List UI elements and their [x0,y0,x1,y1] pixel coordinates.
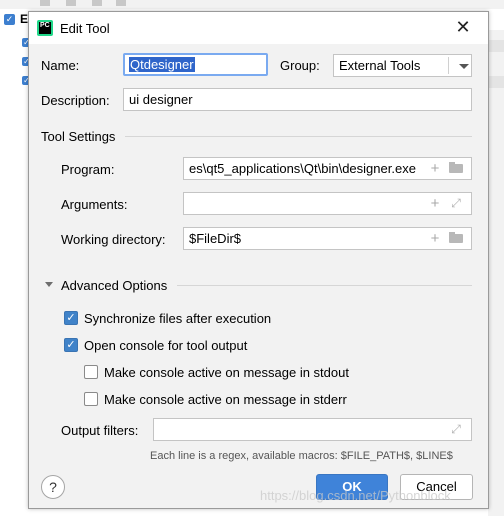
tool-settings-separator [125,136,472,137]
program-label: Program: [61,162,115,177]
add-macro-button[interactable]: + [428,228,442,249]
expand-editor-icon[interactable]: ⤢ [448,193,464,214]
toolbar-edit-icon [40,0,50,6]
watermark: https://blog.csdn.net/Pythonblock [260,488,451,503]
background-row [488,40,504,52]
folder-icon [449,164,463,173]
working-directory-input-value: $FileDir$ [189,231,242,246]
chevron-down-icon [459,64,469,69]
pycharm-app-icon-text: PC [39,22,51,34]
folder-icon [449,234,463,243]
collapse-triangle-icon[interactable] [45,282,53,287]
output-filters-label: Output filters: [61,423,139,438]
arguments-input[interactable]: + ⤢ [183,192,472,215]
pycharm-app-icon: PC [37,20,53,36]
browse-folder-button[interactable] [448,158,464,179]
background-checkbox[interactable]: ✓ [4,14,15,25]
dialog-title: Edit Tool [60,21,110,36]
background-row [488,76,504,88]
browse-folder-button[interactable] [448,228,464,249]
edit-tool-dialog: PC Edit Tool ✕ Name: Qtdesigner Group: E… [28,11,489,509]
group-select-value: External Tools [339,58,421,73]
toolbar-paste-icon [92,0,102,6]
arguments-label: Arguments: [61,197,128,212]
advanced-options-toggle[interactable]: Advanced Options [61,278,167,293]
name-input[interactable]: Qtdesigner [123,53,268,76]
background-item-label: E [20,12,29,26]
group-label: Group: [280,58,320,73]
program-input[interactable]: es\qt5_applications\Qt\bin\designer.exe … [183,157,472,180]
background-panel [488,30,504,516]
open-console-checkbox[interactable]: ✓ [64,338,78,352]
tool-settings-title: Tool Settings [41,129,116,144]
name-label: Name: [41,58,80,73]
console-active-stdout-checkbox[interactable] [84,365,98,379]
description-input-value: ui designer [129,92,193,107]
background-toolbar [0,0,504,9]
toolbar-copy-icon [66,0,76,6]
open-console-label[interactable]: Open console for tool output [84,338,247,353]
console-active-stderr-checkbox[interactable] [84,392,98,406]
name-input-value: Qtdesigner [129,57,195,72]
add-macro-button[interactable]: + [428,158,442,179]
close-icon[interactable]: ✕ [454,17,472,37]
advanced-options-separator [177,285,472,286]
dialog-titlebar: PC Edit Tool ✕ [29,12,488,44]
synchronize-files-checkbox[interactable]: ✓ [64,311,78,325]
toolbar-more-icon [116,0,126,6]
add-macro-button[interactable]: + [428,193,442,214]
group-select-divider [448,57,449,74]
output-filters-hint: Each line is a regex, available macros: … [150,450,453,462]
group-select[interactable]: External Tools [333,54,472,77]
output-filters-input[interactable]: ⤢ [153,418,472,441]
expand-editor-icon[interactable]: ⤢ [448,419,464,440]
help-button[interactable]: ? [41,475,65,499]
program-input-value: es\qt5_applications\Qt\bin\designer.exe [189,161,416,176]
description-label: Description: [41,93,110,108]
working-directory-input[interactable]: $FileDir$ + [183,227,472,250]
description-input[interactable]: ui designer [123,88,472,111]
console-active-stdout-label[interactable]: Make console active on message in stdout [104,365,349,380]
synchronize-files-label[interactable]: Synchronize files after execution [84,311,271,326]
group-dropdown-button[interactable] [457,58,469,74]
console-active-stderr-label[interactable]: Make console active on message in stderr [104,392,347,407]
working-directory-label: Working directory: [61,232,166,247]
